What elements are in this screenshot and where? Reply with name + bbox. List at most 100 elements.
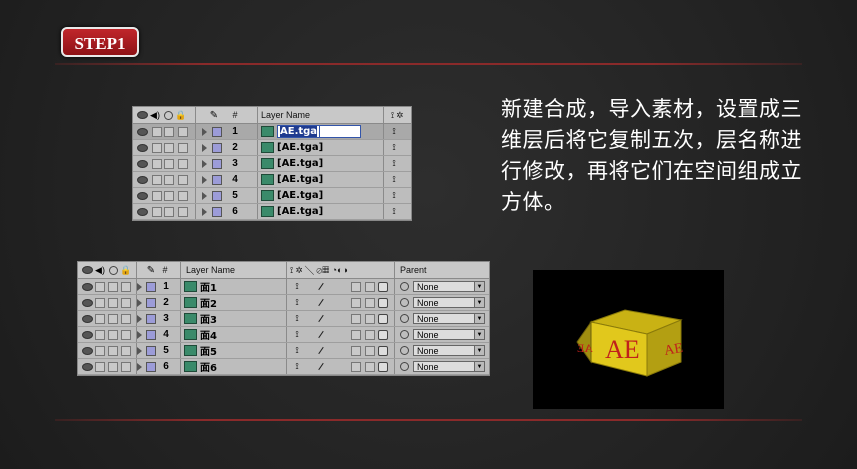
adjustment-switch[interactable] bbox=[364, 359, 376, 374]
shy-switch-icon[interactable]: ⟟ bbox=[290, 359, 304, 374]
label-color[interactable] bbox=[145, 311, 157, 326]
shy-switch-icon[interactable]: ⟟ bbox=[387, 140, 401, 155]
lock-switch[interactable] bbox=[177, 172, 189, 187]
label-color[interactable] bbox=[211, 140, 223, 155]
expand-triangle-icon[interactable] bbox=[199, 188, 209, 203]
lock-switch[interactable] bbox=[120, 311, 132, 326]
layer-name[interactable]: 面1 bbox=[200, 279, 217, 294]
adjustment-switch[interactable] bbox=[364, 343, 376, 358]
table-row[interactable]: 4 面4 ⟟ None ▼ bbox=[78, 327, 489, 343]
chevron-down-icon[interactable]: ▼ bbox=[474, 330, 484, 339]
adjustment-switch[interactable] bbox=[364, 327, 376, 342]
audio-switch[interactable] bbox=[151, 188, 163, 203]
label-color[interactable] bbox=[145, 279, 157, 294]
adjustment-switch[interactable] bbox=[364, 279, 376, 294]
motion-blur-switch[interactable] bbox=[350, 279, 362, 294]
motion-blur-switch[interactable] bbox=[350, 327, 362, 342]
eye-icon[interactable] bbox=[136, 156, 148, 171]
lock-switch[interactable] bbox=[177, 188, 189, 203]
motion-blur-switch[interactable] bbox=[350, 359, 362, 374]
solo-switch[interactable] bbox=[163, 140, 175, 155]
shy-switch-icon[interactable]: ⟟ bbox=[290, 343, 304, 358]
quality-slash-icon[interactable] bbox=[314, 311, 328, 326]
audio-switch[interactable] bbox=[151, 124, 163, 139]
eye-icon[interactable] bbox=[81, 359, 93, 374]
solo-switch[interactable] bbox=[107, 295, 119, 310]
col-parent[interactable]: Parent bbox=[400, 262, 440, 278]
layer-name[interactable]: 面2 bbox=[200, 295, 217, 310]
shy-switch-icon[interactable]: ⟟ bbox=[387, 156, 401, 171]
motion-blur-switch[interactable] bbox=[350, 295, 362, 310]
expand-triangle-icon[interactable] bbox=[199, 124, 209, 139]
chevron-down-icon[interactable]: ▼ bbox=[474, 282, 484, 291]
shy-switch-icon[interactable]: ⟟ bbox=[290, 295, 304, 310]
audio-switch[interactable] bbox=[94, 343, 106, 358]
layer-name[interactable]: [AE.tga] bbox=[277, 174, 323, 185]
3d-layer-icon[interactable] bbox=[377, 327, 389, 342]
layer-name[interactable]: [AE.tga] bbox=[277, 206, 323, 217]
lock-switch[interactable] bbox=[120, 279, 132, 294]
expand-triangle-icon[interactable] bbox=[134, 311, 144, 326]
label-color[interactable] bbox=[145, 343, 157, 358]
pickwhip-icon[interactable] bbox=[398, 343, 410, 358]
eye-icon[interactable] bbox=[136, 107, 148, 123]
solo-switch[interactable] bbox=[163, 204, 175, 219]
solo-switch[interactable] bbox=[163, 124, 175, 139]
table-row[interactable]: 1 面1 ⟟ None ▼ bbox=[78, 279, 489, 295]
shy-switch-icon[interactable]: ⟟ bbox=[387, 172, 401, 187]
lock-switch[interactable] bbox=[177, 204, 189, 219]
eye-icon[interactable] bbox=[81, 279, 93, 294]
expand-triangle-icon[interactable] bbox=[134, 295, 144, 310]
shy-switch-icon[interactable]: ⟟ bbox=[290, 279, 304, 294]
shy-switch-icon[interactable]: ⟟ bbox=[290, 311, 304, 326]
label-color[interactable] bbox=[145, 359, 157, 374]
solo-switch[interactable] bbox=[163, 172, 175, 187]
audio-icon[interactable]: ◀) bbox=[94, 262, 106, 278]
solo-icon[interactable] bbox=[108, 262, 118, 278]
col-layer-name[interactable]: Layer Name bbox=[186, 262, 246, 278]
audio-switch[interactable] bbox=[94, 311, 106, 326]
shy-switch-icon[interactable]: ⟟ bbox=[387, 204, 401, 219]
eye-icon[interactable] bbox=[136, 204, 148, 219]
pickwhip-icon[interactable] bbox=[398, 359, 410, 374]
audio-switch[interactable] bbox=[151, 140, 163, 155]
lock-switch[interactable] bbox=[120, 295, 132, 310]
table-row[interactable]: 1 AE.tga ⟟ bbox=[133, 124, 411, 140]
parent-select[interactable]: None ▼ bbox=[412, 327, 486, 342]
eye-icon[interactable] bbox=[81, 295, 93, 310]
shy-switch-icon[interactable]: ⟟ bbox=[387, 124, 401, 139]
lock-switch[interactable] bbox=[120, 343, 132, 358]
audio-switch[interactable] bbox=[151, 172, 163, 187]
eye-icon[interactable] bbox=[136, 124, 148, 139]
pickwhip-icon[interactable] bbox=[398, 279, 410, 294]
label-color[interactable] bbox=[211, 172, 223, 187]
solo-switch[interactable] bbox=[107, 311, 119, 326]
audio-switch[interactable] bbox=[94, 327, 106, 342]
parent-select[interactable]: None ▼ bbox=[412, 359, 486, 374]
audio-icon[interactable]: ◀) bbox=[149, 107, 161, 123]
lock-icon[interactable]: 🔒 bbox=[175, 107, 187, 123]
table-row[interactable]: 5 [AE.tga] ⟟ bbox=[133, 188, 411, 204]
solo-switch[interactable] bbox=[107, 359, 119, 374]
layer-name[interactable]: 面5 bbox=[200, 343, 217, 358]
table-row[interactable]: 2 [AE.tga] ⟟ bbox=[133, 140, 411, 156]
expand-triangle-icon[interactable] bbox=[199, 156, 209, 171]
layer-name[interactable]: 面3 bbox=[200, 311, 217, 326]
chevron-down-icon[interactable]: ▼ bbox=[474, 314, 484, 323]
quality-slash-icon[interactable] bbox=[314, 327, 328, 342]
col-layer-name[interactable]: Layer Name bbox=[261, 107, 321, 123]
eye-icon[interactable] bbox=[136, 140, 148, 155]
lock-switch[interactable] bbox=[120, 359, 132, 374]
table-row[interactable]: 4 [AE.tga] ⟟ bbox=[133, 172, 411, 188]
quality-slash-icon[interactable] bbox=[314, 295, 328, 310]
lock-icon[interactable]: 🔒 bbox=[120, 262, 132, 278]
quality-slash-icon[interactable] bbox=[314, 359, 328, 374]
shy-switch-icon[interactable]: ⟟ bbox=[387, 188, 401, 203]
audio-switch[interactable] bbox=[94, 359, 106, 374]
3d-layer-icon[interactable] bbox=[377, 359, 389, 374]
solo-switch[interactable] bbox=[107, 343, 119, 358]
table-row[interactable]: 6 面6 ⟟ None ▼ bbox=[78, 359, 489, 375]
expand-triangle-icon[interactable] bbox=[199, 140, 209, 155]
parent-select[interactable]: None ▼ bbox=[412, 311, 486, 326]
layer-name[interactable]: [AE.tga] bbox=[277, 190, 323, 201]
